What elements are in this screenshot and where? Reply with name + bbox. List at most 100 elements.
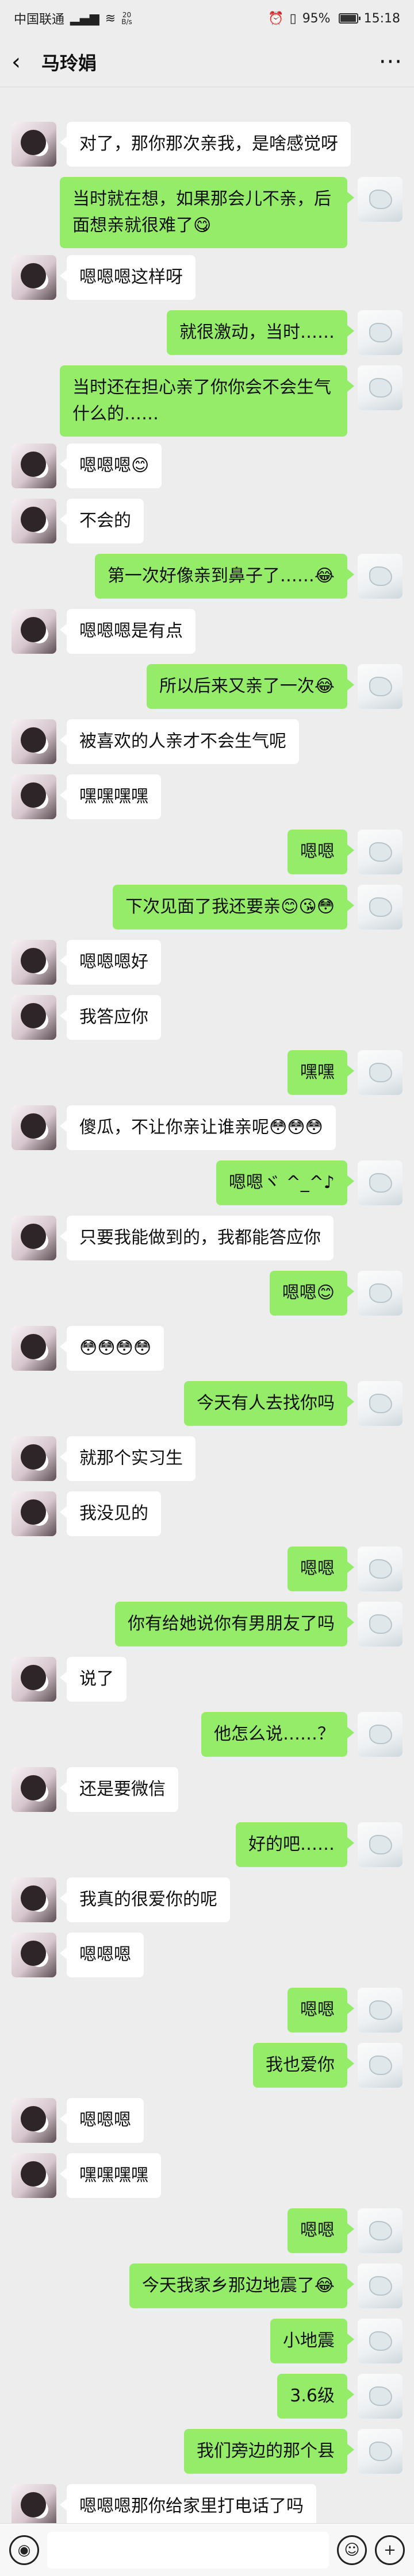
my-avatar[interactable] — [358, 2429, 402, 2474]
my-avatar[interactable] — [358, 885, 402, 930]
my-avatar[interactable] — [358, 830, 402, 874]
voice-icon[interactable]: ◉ — [9, 2535, 39, 2565]
sent-message-bubble[interactable]: 嗯嗯ヾ ^_^♪ — [216, 1160, 354, 1205]
received-message-bubble[interactable]: 嗯嗯嗯 — [60, 1933, 144, 1977]
contact-avatar[interactable] — [12, 995, 56, 1040]
sent-message-bubble[interactable]: 我们旁边的那个县 — [184, 2429, 354, 2474]
contact-avatar[interactable] — [12, 1326, 56, 1371]
received-message-bubble[interactable]: 我真的很爱你的呢 — [60, 1877, 230, 1922]
chevron-left-icon[interactable]: ‹ — [12, 49, 34, 75]
message-list[interactable]: 对了，那你那次亲我，是啥感觉呀当时就在想，如果那会儿不亲，后面想亲就很难了😋 嗯嗯… — [0, 87, 414, 2523]
sent-message-bubble[interactable]: 今天有人去找你吗 — [184, 1381, 354, 1426]
my-avatar[interactable] — [358, 2263, 402, 2308]
sent-message-bubble[interactable]: 今天我家乡那边地震了😂 — [129, 2263, 355, 2308]
sent-message-bubble[interactable]: 嘿嘿 — [288, 1050, 354, 1095]
received-message-bubble[interactable]: 嘿嘿嘿嘿 — [60, 774, 161, 819]
contact-avatar[interactable] — [12, 609, 56, 654]
contact-avatar[interactable] — [12, 774, 56, 819]
contact-avatar[interactable] — [12, 444, 56, 488]
sent-message-bubble[interactable]: 你有给她说你有男朋友了吗 — [115, 1602, 354, 1646]
more-icon[interactable]: ··· — [379, 49, 402, 75]
my-avatar[interactable] — [358, 2374, 402, 2419]
sent-message-bubble[interactable]: 嗯嗯 — [288, 1988, 354, 2033]
my-avatar[interactable] — [358, 1050, 402, 1095]
net-speed-unit: B/s — [121, 18, 132, 26]
sent-message-bubble[interactable]: 我也爱你 — [253, 2043, 354, 2088]
received-message-bubble[interactable]: 不会的 — [60, 499, 144, 543]
contact-avatar[interactable] — [12, 1491, 56, 1536]
contact-avatar[interactable] — [12, 2153, 56, 2198]
contact-avatar[interactable] — [12, 1877, 56, 1922]
received-message-bubble[interactable]: 还是要微信 — [60, 1767, 178, 1812]
received-message-bubble[interactable]: 说了 — [60, 1657, 126, 1702]
received-message-bubble[interactable]: 我没见的 — [60, 1491, 161, 1536]
chat-header: ‹ 马玲娟 ··· — [0, 37, 414, 87]
sent-message-bubble[interactable]: 嗯嗯😊 — [269, 1271, 355, 1316]
sent-message-bubble[interactable]: 他怎么说……？ — [201, 1712, 354, 1757]
received-message-bubble[interactable]: 嗯嗯嗯好 — [60, 940, 161, 985]
sent-message-bubble[interactable]: 就很激动，当时…… — [167, 310, 354, 355]
received-message-bubble[interactable]: 😳😳😳😳 — [59, 1326, 164, 1371]
received-message-bubble[interactable]: 嗯嗯嗯是有点 — [60, 609, 195, 654]
my-avatar[interactable] — [358, 1381, 402, 1426]
received-message-bubble[interactable]: 嘿嘿嘿嘿 — [60, 2153, 161, 2198]
sent-message-bubble[interactable]: 嗯嗯 — [288, 830, 354, 874]
sent-message-bubble[interactable]: 下次见面了我还要亲😊😘😳 — [113, 885, 354, 930]
received-message-bubble[interactable]: 嗯嗯嗯这样呀 — [60, 255, 195, 300]
contact-avatar[interactable] — [12, 2484, 56, 2523]
sent-message-bubble[interactable]: 嗯嗯 — [288, 1547, 354, 1591]
emoji-icon[interactable]: ☺ — [337, 2535, 367, 2565]
input-bar: ◉ ☺ + — [0, 2523, 414, 2576]
my-avatar[interactable] — [358, 1271, 402, 1316]
my-avatar[interactable] — [358, 2319, 402, 2363]
my-avatar[interactable] — [358, 1712, 402, 1757]
contact-avatar[interactable] — [12, 1933, 56, 1977]
my-avatar[interactable] — [358, 310, 402, 355]
my-avatar[interactable] — [358, 1547, 402, 1591]
my-avatar[interactable] — [358, 1160, 402, 1205]
message-input[interactable] — [47, 2531, 329, 2569]
contact-avatar[interactable] — [12, 719, 56, 764]
sent-message-bubble[interactable]: 小地震 — [270, 2319, 354, 2363]
carrier-label: 中国联通 — [14, 13, 65, 27]
contact-avatar[interactable] — [12, 499, 56, 543]
contact-avatar[interactable] — [12, 1436, 56, 1481]
my-avatar[interactable] — [358, 1602, 402, 1646]
my-avatar[interactable] — [358, 1988, 402, 2033]
received-message-bubble[interactable]: 被喜欢的人亲才不会生气呢 — [60, 719, 299, 764]
sent-message-bubble[interactable]: 第一次好像亲到鼻子了……😂 — [94, 554, 355, 599]
sent-message-bubble[interactable]: 好的吧…… — [236, 1822, 354, 1867]
my-avatar[interactable] — [358, 554, 402, 599]
my-avatar[interactable] — [358, 2043, 402, 2088]
received-message-bubble[interactable]: 嗯嗯嗯 — [60, 2098, 144, 2143]
received-message-bubble[interactable]: 就那个实习生 — [60, 1436, 195, 1481]
my-avatar[interactable] — [358, 1822, 402, 1867]
plus-icon[interactable]: + — [375, 2535, 405, 2565]
contact-avatar[interactable] — [12, 1767, 56, 1812]
battery-icon — [338, 13, 361, 24]
signal-icon: ▂▄▆ — [70, 11, 99, 26]
contact-avatar[interactable] — [12, 1216, 56, 1260]
contact-avatar[interactable] — [12, 255, 56, 300]
contact-avatar[interactable] — [12, 940, 56, 985]
received-message-bubble[interactable]: 傻瓜，不让你亲让谁亲呢😳😳😳 — [60, 1105, 336, 1150]
contact-avatar[interactable] — [12, 1105, 56, 1150]
sent-message-bubble[interactable]: 3.6级 — [277, 2374, 354, 2419]
my-avatar[interactable] — [358, 365, 402, 410]
net-speed: 20 B/s — [121, 11, 132, 25]
contact-avatar[interactable] — [12, 1657, 56, 1702]
received-message-bubble[interactable]: 嗯嗯嗯那你给家里打电话了吗 — [60, 2484, 316, 2523]
received-message-bubble[interactable]: 对了，那你那次亲我，是啥感觉呀 — [60, 122, 351, 167]
received-message-bubble[interactable]: 只要我能做到的，我都能答应你 — [60, 1216, 334, 1260]
sent-message-bubble[interactable]: 当时还在担心亲了你你会不会生气什么的…… — [60, 365, 354, 437]
my-avatar[interactable] — [358, 2208, 402, 2253]
my-avatar[interactable] — [358, 177, 402, 222]
sent-message-bubble[interactable]: 当时就在想，如果那会儿不亲，后面想亲就很难了😋 — [60, 177, 354, 248]
contact-avatar[interactable] — [12, 2098, 56, 2143]
sent-message-bubble[interactable]: 嗯嗯 — [288, 2208, 354, 2253]
my-avatar[interactable] — [358, 664, 402, 709]
received-message-bubble[interactable]: 我答应你 — [60, 995, 161, 1040]
sent-message-bubble[interactable]: 所以后来又亲了一次😂 — [146, 664, 355, 709]
contact-avatar[interactable] — [12, 122, 56, 167]
received-message-bubble[interactable]: 嗯嗯嗯😊 — [59, 444, 162, 488]
